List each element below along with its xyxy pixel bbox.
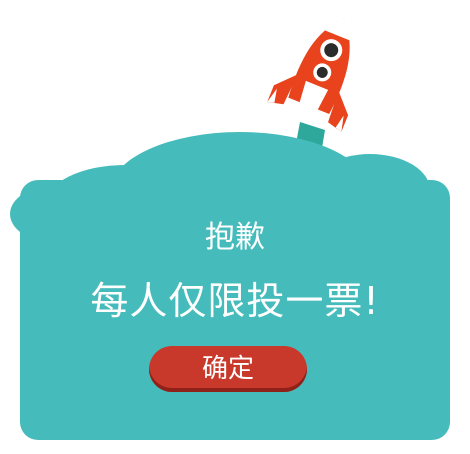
dialog-message: 每人仅限投一票! [90, 279, 380, 323]
dialog-title: 抱歉 [205, 220, 265, 255]
vote-limit-dialog: 抱歉 每人仅限投一票! 确定 [0, 0, 470, 454]
confirm-button[interactable]: 确定 [149, 346, 307, 392]
rocket-icon [267, 18, 351, 132]
